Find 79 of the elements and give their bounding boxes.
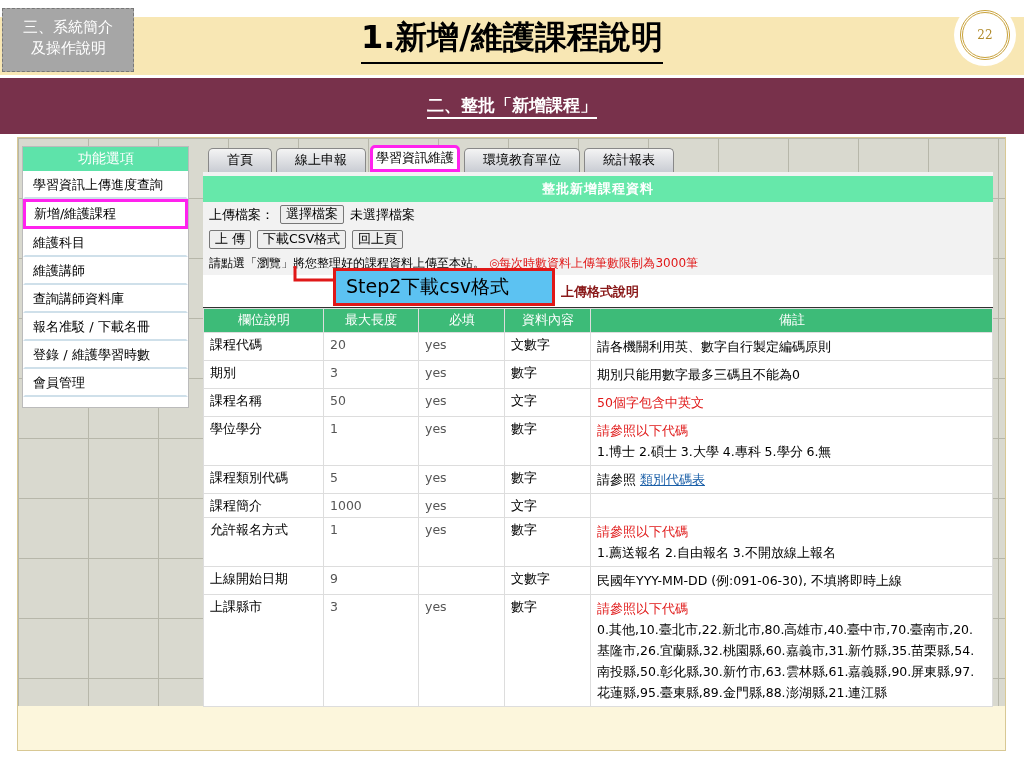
sidebar-item[interactable]: 新增/維護課程 — [23, 199, 188, 229]
remark-warning: 50個字包含中英文 — [597, 395, 704, 410]
remark-text: 0.其他,10.臺北市,22.新北市,80.高雄市,40.臺中市,70.臺南市,20.基隆市,26.宜蘭縣,32.桃園縣,60.嘉義市,31.新竹縣,35.苗栗縣,54.南投縣,50.彰化縣,30.新竹市,63.雲林縣,61.嘉義縣,90.屏東縣,97.花蓮縣,95.臺東縣,89.金門縣,88.澎湖縣,21.連江縣 — [597, 622, 975, 700]
table-cell: 課程類別代碼 — [210, 470, 288, 485]
sidebar-item[interactable]: 維護科目 — [23, 229, 188, 257]
action-button[interactable]: 上 傳 — [209, 230, 251, 249]
table-cell: 數字 — [511, 599, 537, 614]
code-table-link[interactable]: 類別代碼表 — [640, 472, 705, 487]
table-cell: 學位學分 — [210, 421, 262, 436]
table-cell: 3 — [330, 599, 338, 614]
table-cell: 課程代碼 — [210, 337, 262, 352]
column-header: 資料內容 — [504, 308, 591, 333]
remark-text: 民國年YYY-MM-DD (例:091-06-30), 不填將即時上線 — [597, 573, 902, 588]
table-cell: 文字 — [511, 498, 537, 513]
format-title: 上傳格式說明 — [561, 284, 639, 299]
upload-label: 上傳檔案： — [209, 205, 274, 224]
tab[interactable]: 線上申報 — [276, 148, 366, 172]
table-cell: 1 — [330, 421, 338, 436]
table-cell: yes — [425, 337, 447, 352]
remark-text: 1.博士 2.碩士 3.大學 4.專科 5.學分 6.無 — [597, 444, 832, 459]
sidebar-item[interactable]: 查詢講師資料庫 — [23, 285, 188, 313]
table-cell: 允許報名方式 — [210, 522, 288, 537]
table-cell: 文字 — [511, 393, 537, 408]
table-cell: yes — [425, 599, 447, 614]
column-header: 必填 — [418, 308, 505, 333]
column-header: 備註 — [590, 308, 993, 333]
table-cell: 期別 — [210, 365, 236, 380]
remark-text: 請參照 — [597, 472, 637, 487]
table-cell: 3 — [330, 365, 338, 380]
column-header: 欄位說明 — [203, 308, 324, 333]
table-cell: 文數字 — [511, 571, 550, 586]
column-header: 最大長度 — [323, 308, 419, 333]
table-cell: yes — [425, 498, 447, 513]
table-cell: 1000 — [330, 498, 362, 513]
remark-warning: 請參照以下代碼 — [597, 423, 688, 438]
remark-text: 1.薦送報名 2.自由報名 3.不開放線上報名 — [597, 545, 836, 560]
table-cell: 文數字 — [511, 337, 550, 352]
table-cell: 上課縣市 — [210, 599, 262, 614]
table-cell: 數字 — [511, 365, 537, 380]
table-cell: 5 — [330, 470, 338, 485]
table-cell: yes — [425, 393, 447, 408]
table-cell: 20 — [330, 337, 346, 352]
table-cell: 上線開始日期 — [210, 571, 288, 586]
table-cell: 1 — [330, 522, 338, 537]
action-button[interactable]: 回上頁 — [352, 230, 404, 249]
table-cell: 課程簡介 — [210, 498, 262, 513]
remark-warning: 請參照以下代碼 — [597, 524, 688, 539]
table-cell: yes — [425, 365, 447, 380]
table-cell: 數字 — [511, 470, 537, 485]
tab[interactable]: 學習資訊維護 — [370, 145, 460, 172]
table-cell: yes — [425, 421, 447, 436]
callout: Step2下載csv格式 — [333, 268, 555, 306]
slide-title: 1.新增/維護課程說明 — [360, 12, 664, 64]
sidebar-item[interactable]: 會員管理 — [23, 369, 188, 397]
sidebar-item[interactable]: 維護講師 — [23, 257, 188, 285]
tab[interactable]: 環境教育單位 — [464, 148, 580, 172]
table-cell: yes — [425, 470, 447, 485]
file-status: 未選擇檔案 — [350, 205, 415, 224]
table-cell: 50 — [330, 393, 346, 408]
sidebar-item[interactable]: 學習資訊上傳進度查詢 — [23, 171, 188, 199]
section-label: 及操作說明 — [30, 39, 106, 57]
remark-text: 期別只能用數字最多三碼且不能為0 — [597, 367, 800, 382]
table-cell: 數字 — [511, 421, 537, 436]
sidebar-item[interactable]: 登錄 / 維護學習時數 — [23, 341, 188, 369]
tab[interactable]: 首頁 — [208, 148, 272, 172]
action-button[interactable]: 下載CSV格式 — [257, 230, 347, 249]
remark-warning: 請參照以下代碼 — [597, 601, 688, 616]
table-cell: 數字 — [511, 522, 537, 537]
tab[interactable]: 統計報表 — [584, 148, 674, 172]
table-cell: 9 — [330, 571, 338, 586]
banner-title: 二、整批「新增課程」 — [427, 93, 597, 119]
remark-text: 請各機關利用英、數字自行製定編碼原則 — [597, 339, 831, 354]
section-label: 三、系統簡介 — [23, 18, 113, 36]
panel-title: 整批新增課程資料 — [203, 176, 993, 202]
sidebar-title: 功能選項 — [23, 147, 188, 171]
table-cell: 課程名稱 — [210, 393, 262, 408]
sidebar-item[interactable]: 報名准駁 / 下載名冊 — [23, 313, 188, 341]
table-cell: yes — [425, 522, 447, 537]
choose-file-button[interactable]: 選擇檔案 — [280, 205, 344, 224]
